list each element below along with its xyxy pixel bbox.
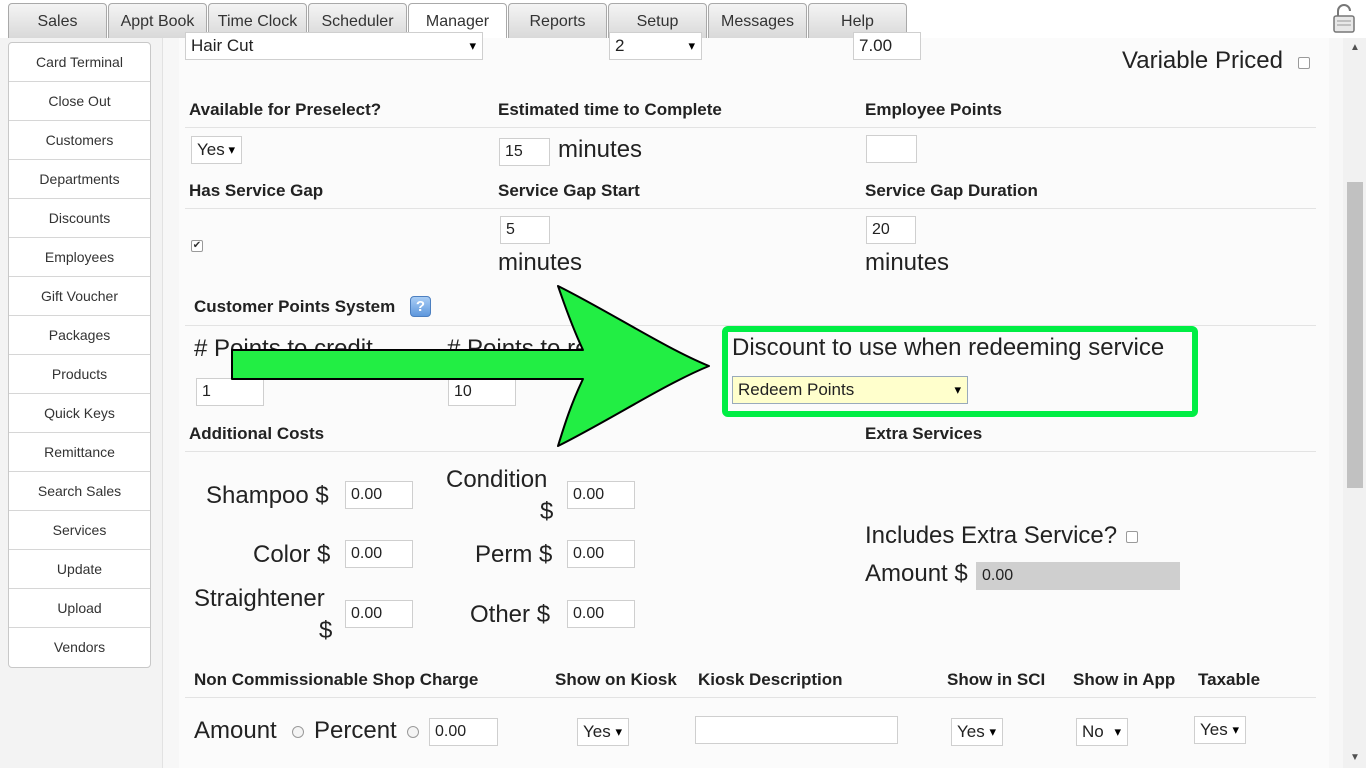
straightener-input[interactable]: 0.00 bbox=[345, 600, 413, 628]
amount-option-label: Amount bbox=[194, 717, 277, 744]
service-gap-duration-label: Service Gap Duration bbox=[865, 181, 1038, 200]
percent-radio[interactable] bbox=[407, 726, 419, 738]
quantity-select[interactable]: 2 bbox=[609, 32, 702, 60]
service-gap-start-input[interactable]: 5 bbox=[500, 216, 550, 244]
sidebar-item-upload[interactable]: Upload bbox=[9, 589, 150, 628]
condition-label: Condition bbox=[446, 466, 548, 493]
divider bbox=[185, 208, 1316, 209]
show-in-sci-label: Show in SCI bbox=[947, 670, 1046, 689]
divider bbox=[185, 697, 1316, 698]
condition-dollar: $ bbox=[540, 498, 554, 525]
includes-extra-checkbox[interactable] bbox=[1126, 531, 1138, 543]
lock-icon[interactable] bbox=[1328, 4, 1360, 34]
tab-messages[interactable]: Messages bbox=[708, 3, 807, 38]
straightener-dollar: $ bbox=[319, 617, 333, 644]
sidebar-item-services[interactable]: Services bbox=[9, 511, 150, 550]
amount-radio[interactable] bbox=[292, 726, 304, 738]
kiosk-description-input[interactable] bbox=[695, 716, 898, 744]
scroll-thumb[interactable] bbox=[1347, 182, 1363, 488]
employee-points-label: Employee Points bbox=[865, 100, 1002, 119]
extra-services-label: Extra Services bbox=[865, 424, 983, 443]
sidebar-menu: Card Terminal Close Out Customers Depart… bbox=[8, 42, 151, 668]
perm-input[interactable]: 0.00 bbox=[567, 540, 635, 568]
show-on-kiosk-label: Show on Kiosk bbox=[555, 670, 677, 689]
variable-priced-label: Variable Priced bbox=[1122, 47, 1283, 74]
shampoo-label: Shampoo $ bbox=[206, 482, 329, 509]
taxable-select[interactable]: Yes bbox=[1194, 716, 1246, 744]
discount-redeem-label: Discount to use when redeeming service bbox=[732, 334, 1165, 361]
tab-sales[interactable]: Sales bbox=[8, 3, 107, 38]
shop-charge-label: Non Commissionable Shop Charge bbox=[194, 670, 479, 689]
sidebar-item-card-terminal[interactable]: Card Terminal bbox=[9, 43, 150, 82]
annotation-arrow-icon bbox=[231, 285, 710, 447]
employee-points-input[interactable] bbox=[866, 135, 917, 163]
estimated-time-label: Estimated time to Complete bbox=[498, 100, 722, 119]
sidebar-item-vendors[interactable]: Vendors bbox=[9, 628, 150, 667]
service-gap-start-unit: minutes bbox=[498, 249, 583, 276]
straightener-label: Straightener bbox=[194, 585, 325, 612]
sidebar-item-remittance[interactable]: Remittance bbox=[9, 433, 150, 472]
show-in-app-select[interactable]: No bbox=[1076, 718, 1128, 746]
has-service-gap-label: Has Service Gap bbox=[189, 181, 324, 200]
service-gap-start-label: Service Gap Start bbox=[498, 181, 640, 200]
tab-reports[interactable]: Reports bbox=[508, 3, 607, 38]
preselect-label: Available for Preselect? bbox=[189, 100, 382, 119]
sidebar-item-discounts[interactable]: Discounts bbox=[9, 199, 150, 238]
sidebar-item-departments[interactable]: Departments bbox=[9, 160, 150, 199]
divider bbox=[185, 127, 1316, 128]
sidebar-item-search-sales[interactable]: Search Sales bbox=[9, 472, 150, 511]
sidebar-item-close-out[interactable]: Close Out bbox=[9, 82, 150, 121]
sidebar-item-employees[interactable]: Employees bbox=[9, 238, 150, 277]
condition-input[interactable]: 0.00 bbox=[567, 481, 635, 509]
taxable-label: Taxable bbox=[1198, 670, 1261, 689]
preselect-select[interactable]: Yes bbox=[191, 136, 242, 164]
percent-option-label: Percent bbox=[314, 717, 397, 744]
variable-priced-checkbox[interactable] bbox=[1298, 57, 1310, 69]
discount-redeem-select[interactable]: Redeem Points bbox=[732, 376, 968, 404]
sidebar-item-quick-keys[interactable]: Quick Keys bbox=[9, 394, 150, 433]
has-service-gap-checkbox[interactable]: ✔ bbox=[191, 240, 203, 252]
service-gap-duration-input[interactable]: 20 bbox=[866, 216, 916, 244]
extra-amount-input[interactable]: 0.00 bbox=[976, 562, 1180, 590]
sidebar-item-gift-voucher[interactable]: Gift Voucher bbox=[9, 277, 150, 316]
shop-charge-input[interactable]: 0.00 bbox=[429, 718, 498, 746]
color-input[interactable]: 0.00 bbox=[345, 540, 413, 568]
service-select[interactable]: Hair Cut bbox=[185, 32, 483, 60]
other-label: Other $ bbox=[470, 601, 551, 628]
scroll-down-icon[interactable]: ▼ bbox=[1347, 750, 1363, 766]
color-label: Color $ bbox=[253, 541, 331, 568]
includes-extra-label: Includes Extra Service? bbox=[865, 522, 1118, 549]
scroll-up-icon[interactable]: ▲ bbox=[1347, 40, 1363, 56]
sidebar-item-update[interactable]: Update bbox=[9, 550, 150, 589]
sidebar-item-packages[interactable]: Packages bbox=[9, 316, 150, 355]
shampoo-input[interactable]: 0.00 bbox=[345, 481, 413, 509]
other-input[interactable]: 0.00 bbox=[567, 600, 635, 628]
estimated-time-input[interactable]: 15 bbox=[499, 138, 550, 166]
service-gap-duration-unit: minutes bbox=[865, 249, 950, 276]
show-in-sci-select[interactable]: Yes bbox=[951, 718, 1003, 746]
extra-amount-label: Amount $ bbox=[865, 560, 968, 587]
show-on-kiosk-select[interactable]: Yes bbox=[577, 718, 629, 746]
perm-label: Perm $ bbox=[475, 541, 553, 568]
kiosk-description-label: Kiosk Description bbox=[698, 670, 843, 689]
sidebar-item-products[interactable]: Products bbox=[9, 355, 150, 394]
price-input[interactable]: 7.00 bbox=[853, 32, 921, 60]
sidebar-item-customers[interactable]: Customers bbox=[9, 121, 150, 160]
estimated-time-unit: minutes bbox=[558, 136, 643, 163]
show-in-app-label: Show in App bbox=[1073, 670, 1176, 689]
